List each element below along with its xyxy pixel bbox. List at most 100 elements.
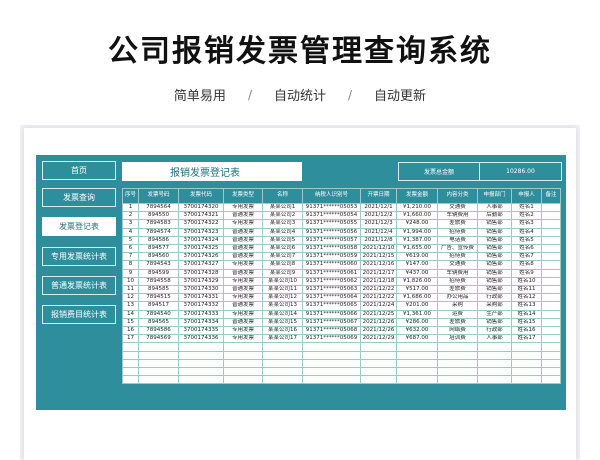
- table-cell[interactable]: ¥437.00: [396, 268, 438, 278]
- table-cell[interactable]: 3700174323: [178, 227, 224, 237]
- table-cell[interactable]: [541, 367, 561, 377]
- table-cell[interactable]: 8: [122, 260, 139, 270]
- table-cell[interactable]: 91371******05069: [302, 334, 361, 344]
- table-cell[interactable]: [541, 276, 561, 287]
- table-row[interactable]: 15 894565 3700174334 普通发票 某某公司15 91371******0…: [122, 317, 561, 328]
- table-cell[interactable]: [541, 301, 561, 311]
- table-cell[interactable]: 姓名1: [511, 202, 542, 213]
- table-row[interactable]: 7 894560 3700174326 普通发票 某某公司7 91371******050…: [122, 252, 561, 262]
- table-cell[interactable]: 专用发票: [223, 326, 263, 336]
- table-cell[interactable]: 某某公司9: [262, 268, 303, 278]
- table-cell[interactable]: ¥147.00: [396, 260, 438, 270]
- column-header[interactable]: 申报部门: [477, 188, 512, 204]
- table-cell[interactable]: 姓名6: [511, 244, 542, 254]
- table-cell[interactable]: 91371******05056: [302, 227, 361, 237]
- table-cell[interactable]: [541, 293, 561, 303]
- table-cell[interactable]: [122, 342, 139, 352]
- table-cell[interactable]: [396, 358, 438, 369]
- table-row[interactable]: 5 894586 3700174324 普通发票 某某公司5 91371******050…: [122, 235, 561, 246]
- table-cell[interactable]: ¥1,655.00: [396, 244, 438, 254]
- table-cell[interactable]: 91371******05058: [302, 244, 361, 254]
- table-cell[interactable]: [477, 342, 512, 352]
- table-cell[interactable]: 某某公司14: [262, 309, 303, 319]
- table-cell[interactable]: 2021/12/18: [360, 276, 397, 287]
- table-cell[interactable]: ¥1,660.00: [396, 211, 438, 221]
- table-cell[interactable]: 7894569: [138, 334, 179, 344]
- table-cell[interactable]: 差旅费: [437, 285, 478, 295]
- table-cell[interactable]: 某某公司2: [262, 211, 303, 221]
- table-cell[interactable]: [541, 235, 561, 246]
- table-cell[interactable]: 姓名7: [511, 252, 542, 262]
- table-cell[interactable]: 2021/12/29: [360, 334, 397, 344]
- table-cell[interactable]: ¥201.00: [396, 301, 438, 311]
- column-header[interactable]: 内容分类: [437, 188, 478, 204]
- table-cell[interactable]: 7: [122, 252, 139, 262]
- table-cell[interactable]: 姓名11: [511, 285, 542, 295]
- table-cell[interactable]: 姓名8: [511, 260, 542, 270]
- table-cell[interactable]: 车辆费用: [437, 268, 478, 278]
- table-cell[interactable]: 某某公司5: [262, 235, 303, 246]
- table-cell[interactable]: 某某公司17: [262, 334, 303, 344]
- table-cell[interactable]: 2021/12/3: [360, 219, 397, 229]
- table-cell[interactable]: [302, 358, 361, 369]
- table-cell[interactable]: 某某公司8: [262, 260, 303, 270]
- table-row[interactable]: 13 894517 3700174332 普通发票 某某公司13 91371******0…: [122, 301, 561, 311]
- table-cell[interactable]: 销售部: [477, 235, 512, 246]
- table-cell[interactable]: 7894583: [138, 219, 179, 229]
- table-cell[interactable]: 差旅费: [437, 219, 478, 229]
- table-cell[interactable]: 91371******05068: [302, 326, 361, 336]
- table-cell[interactable]: 销售部: [477, 317, 512, 328]
- table-cell[interactable]: 13: [122, 301, 139, 311]
- table-cell[interactable]: [360, 367, 397, 377]
- table-cell[interactable]: [122, 367, 139, 377]
- table-cell[interactable]: 招待费: [437, 276, 478, 287]
- table-cell[interactable]: ¥517.00: [396, 285, 438, 295]
- table-cell[interactable]: [477, 358, 512, 369]
- table-cell[interactable]: 91371******05062: [302, 276, 361, 287]
- table-cell[interactable]: 姓名4: [511, 227, 542, 237]
- table-cell[interactable]: 1: [122, 202, 139, 213]
- table-cell[interactable]: ¥687.00: [396, 334, 438, 344]
- table-cell[interactable]: [302, 375, 361, 385]
- table-cell[interactable]: 普通发票: [223, 252, 263, 262]
- table-cell[interactable]: 3700174333: [178, 309, 224, 319]
- column-header[interactable]: 发票金额: [396, 188, 438, 204]
- table-cell[interactable]: 某某公司11: [262, 285, 303, 295]
- table-cell[interactable]: 采购: [437, 301, 478, 311]
- table-cell[interactable]: 普通发票: [223, 211, 263, 221]
- table-cell[interactable]: 15: [122, 317, 139, 328]
- table-row[interactable]: 14 7894540 3700174333 专用发票 某某公司14 91371******…: [122, 309, 561, 319]
- table-cell[interactable]: ¥1,361.00: [396, 309, 438, 319]
- column-header[interactable]: 开票日期: [360, 188, 397, 204]
- table-cell[interactable]: 2021/12/16: [360, 260, 397, 270]
- table-cell[interactable]: 3700174328: [178, 268, 224, 278]
- column-header[interactable]: 申报人: [511, 188, 542, 204]
- table-cell[interactable]: 普通发票: [223, 268, 263, 278]
- table-cell[interactable]: 3700174327: [178, 260, 224, 270]
- table-cell[interactable]: 91371******05054: [302, 211, 361, 221]
- column-header[interactable]: 名称: [262, 188, 303, 204]
- table-cell[interactable]: [541, 375, 561, 385]
- table-row[interactable]: [122, 367, 561, 377]
- table-cell[interactable]: ¥286.00: [396, 317, 438, 328]
- table-cell[interactable]: 姓名17: [511, 334, 542, 344]
- table-cell[interactable]: 后勤部: [477, 211, 512, 221]
- table-cell[interactable]: 广告、宣传费: [437, 244, 478, 254]
- table-cell[interactable]: [360, 375, 397, 385]
- table-cell[interactable]: [541, 211, 561, 221]
- table-cell[interactable]: 3700174336: [178, 334, 224, 344]
- table-cell[interactable]: [122, 350, 139, 360]
- table-cell[interactable]: 3: [122, 219, 139, 229]
- column-header[interactable]: 发票号码: [138, 188, 179, 204]
- column-header[interactable]: 纳税人识别号: [302, 188, 361, 204]
- table-cell[interactable]: 某某公司10: [262, 276, 303, 287]
- table-cell[interactable]: [262, 375, 303, 385]
- table-cell[interactable]: [122, 375, 139, 385]
- table-row[interactable]: [122, 342, 561, 352]
- table-cell[interactable]: ¥248.00: [396, 219, 438, 229]
- table-cell[interactable]: 某某公司3: [262, 219, 303, 229]
- table-cell[interactable]: 17: [122, 334, 139, 344]
- table-cell[interactable]: 电话费: [437, 235, 478, 246]
- table-cell[interactable]: [541, 285, 561, 295]
- table-row[interactable]: 9 894599 3700174328 普通发票 某某公司9 91371******050…: [122, 268, 561, 278]
